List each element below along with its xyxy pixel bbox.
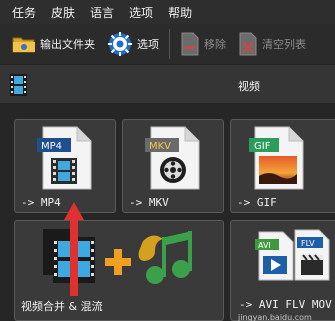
- tile-to-gif[interactable]: GIF -> GIF: [230, 119, 335, 213]
- menu-options[interactable]: 选项: [129, 4, 153, 21]
- category-bar[interactable]: 视频: [0, 64, 335, 104]
- tile-video-merge[interactable]: 视频合并 & 混流: [14, 220, 224, 321]
- options-button[interactable]: 选项: [101, 28, 165, 60]
- menu-help[interactable]: 帮助: [168, 4, 192, 21]
- format-grid: MP4 -> MP4 MKV -> MKV GIF -> GIF 视频合并 & …: [0, 104, 335, 321]
- gear-icon: [108, 32, 132, 56]
- mp4-badge: MP4: [41, 141, 62, 152]
- avi-badge: AVI: [258, 241, 271, 250]
- clear-list-label: 清空列表: [262, 38, 306, 51]
- menu-skin[interactable]: 皮肤: [51, 4, 75, 21]
- flv-file-icon: FLV: [294, 229, 330, 281]
- gif-file-icon: GIF: [249, 126, 304, 190]
- flv-badge: FLV: [301, 239, 315, 248]
- mp4-file-icon: MP4: [37, 126, 92, 190]
- category-label: 视频: [238, 80, 260, 93]
- clear-icon: [239, 32, 257, 56]
- menu-language[interactable]: 语言: [90, 4, 114, 21]
- mkv-file-icon: MKV: [145, 126, 200, 190]
- music-note-icon: [138, 231, 192, 284]
- output-folder-button[interactable]: 输出文件夹: [6, 28, 101, 60]
- options-label: 选项: [137, 38, 159, 51]
- gif-badge: GIF: [254, 141, 271, 152]
- remove-icon: [181, 32, 199, 56]
- plus-icon: [105, 249, 131, 275]
- tile-mp4-label: -> MP4: [21, 196, 61, 209]
- tile-avi-flv-mov-label: -> AVI FLV MOV: [239, 298, 332, 311]
- red-annotation-arrow: [64, 202, 84, 296]
- film-strip-icon: [10, 74, 27, 96]
- remove-button[interactable]: 移除: [174, 28, 232, 60]
- remove-label: 移除: [204, 38, 226, 51]
- menu-task[interactable]: 任务: [12, 4, 36, 21]
- toolbar-divider: [169, 29, 170, 59]
- clear-list-button[interactable]: 清空列表: [232, 28, 312, 60]
- menu-bar: 任务 皮肤 语言 选项 帮助: [0, 0, 335, 24]
- tile-merge-label: 视频合并 & 混流: [21, 300, 103, 313]
- tile-gif-label: -> GIF: [237, 196, 277, 209]
- toolbar: 输出文件夹 选项 移除 清空列表: [0, 24, 335, 64]
- avi-file-icon: AVI: [255, 231, 294, 281]
- tile-to-mkv[interactable]: MKV -> MKV: [122, 119, 224, 213]
- folder-icon: [12, 37, 35, 53]
- mkv-badge: MKV: [149, 141, 171, 152]
- tile-to-avi-flv-mov[interactable]: AVI FLV -> AVI FLV MOV: [230, 220, 335, 321]
- tile-mkv-label: -> MKV: [129, 196, 169, 209]
- output-folder-label: 输出文件夹: [40, 38, 95, 51]
- tile-to-mp4[interactable]: MP4 -> MP4: [14, 119, 116, 213]
- watermark-text: jingyan.baidu.com: [238, 313, 312, 321]
